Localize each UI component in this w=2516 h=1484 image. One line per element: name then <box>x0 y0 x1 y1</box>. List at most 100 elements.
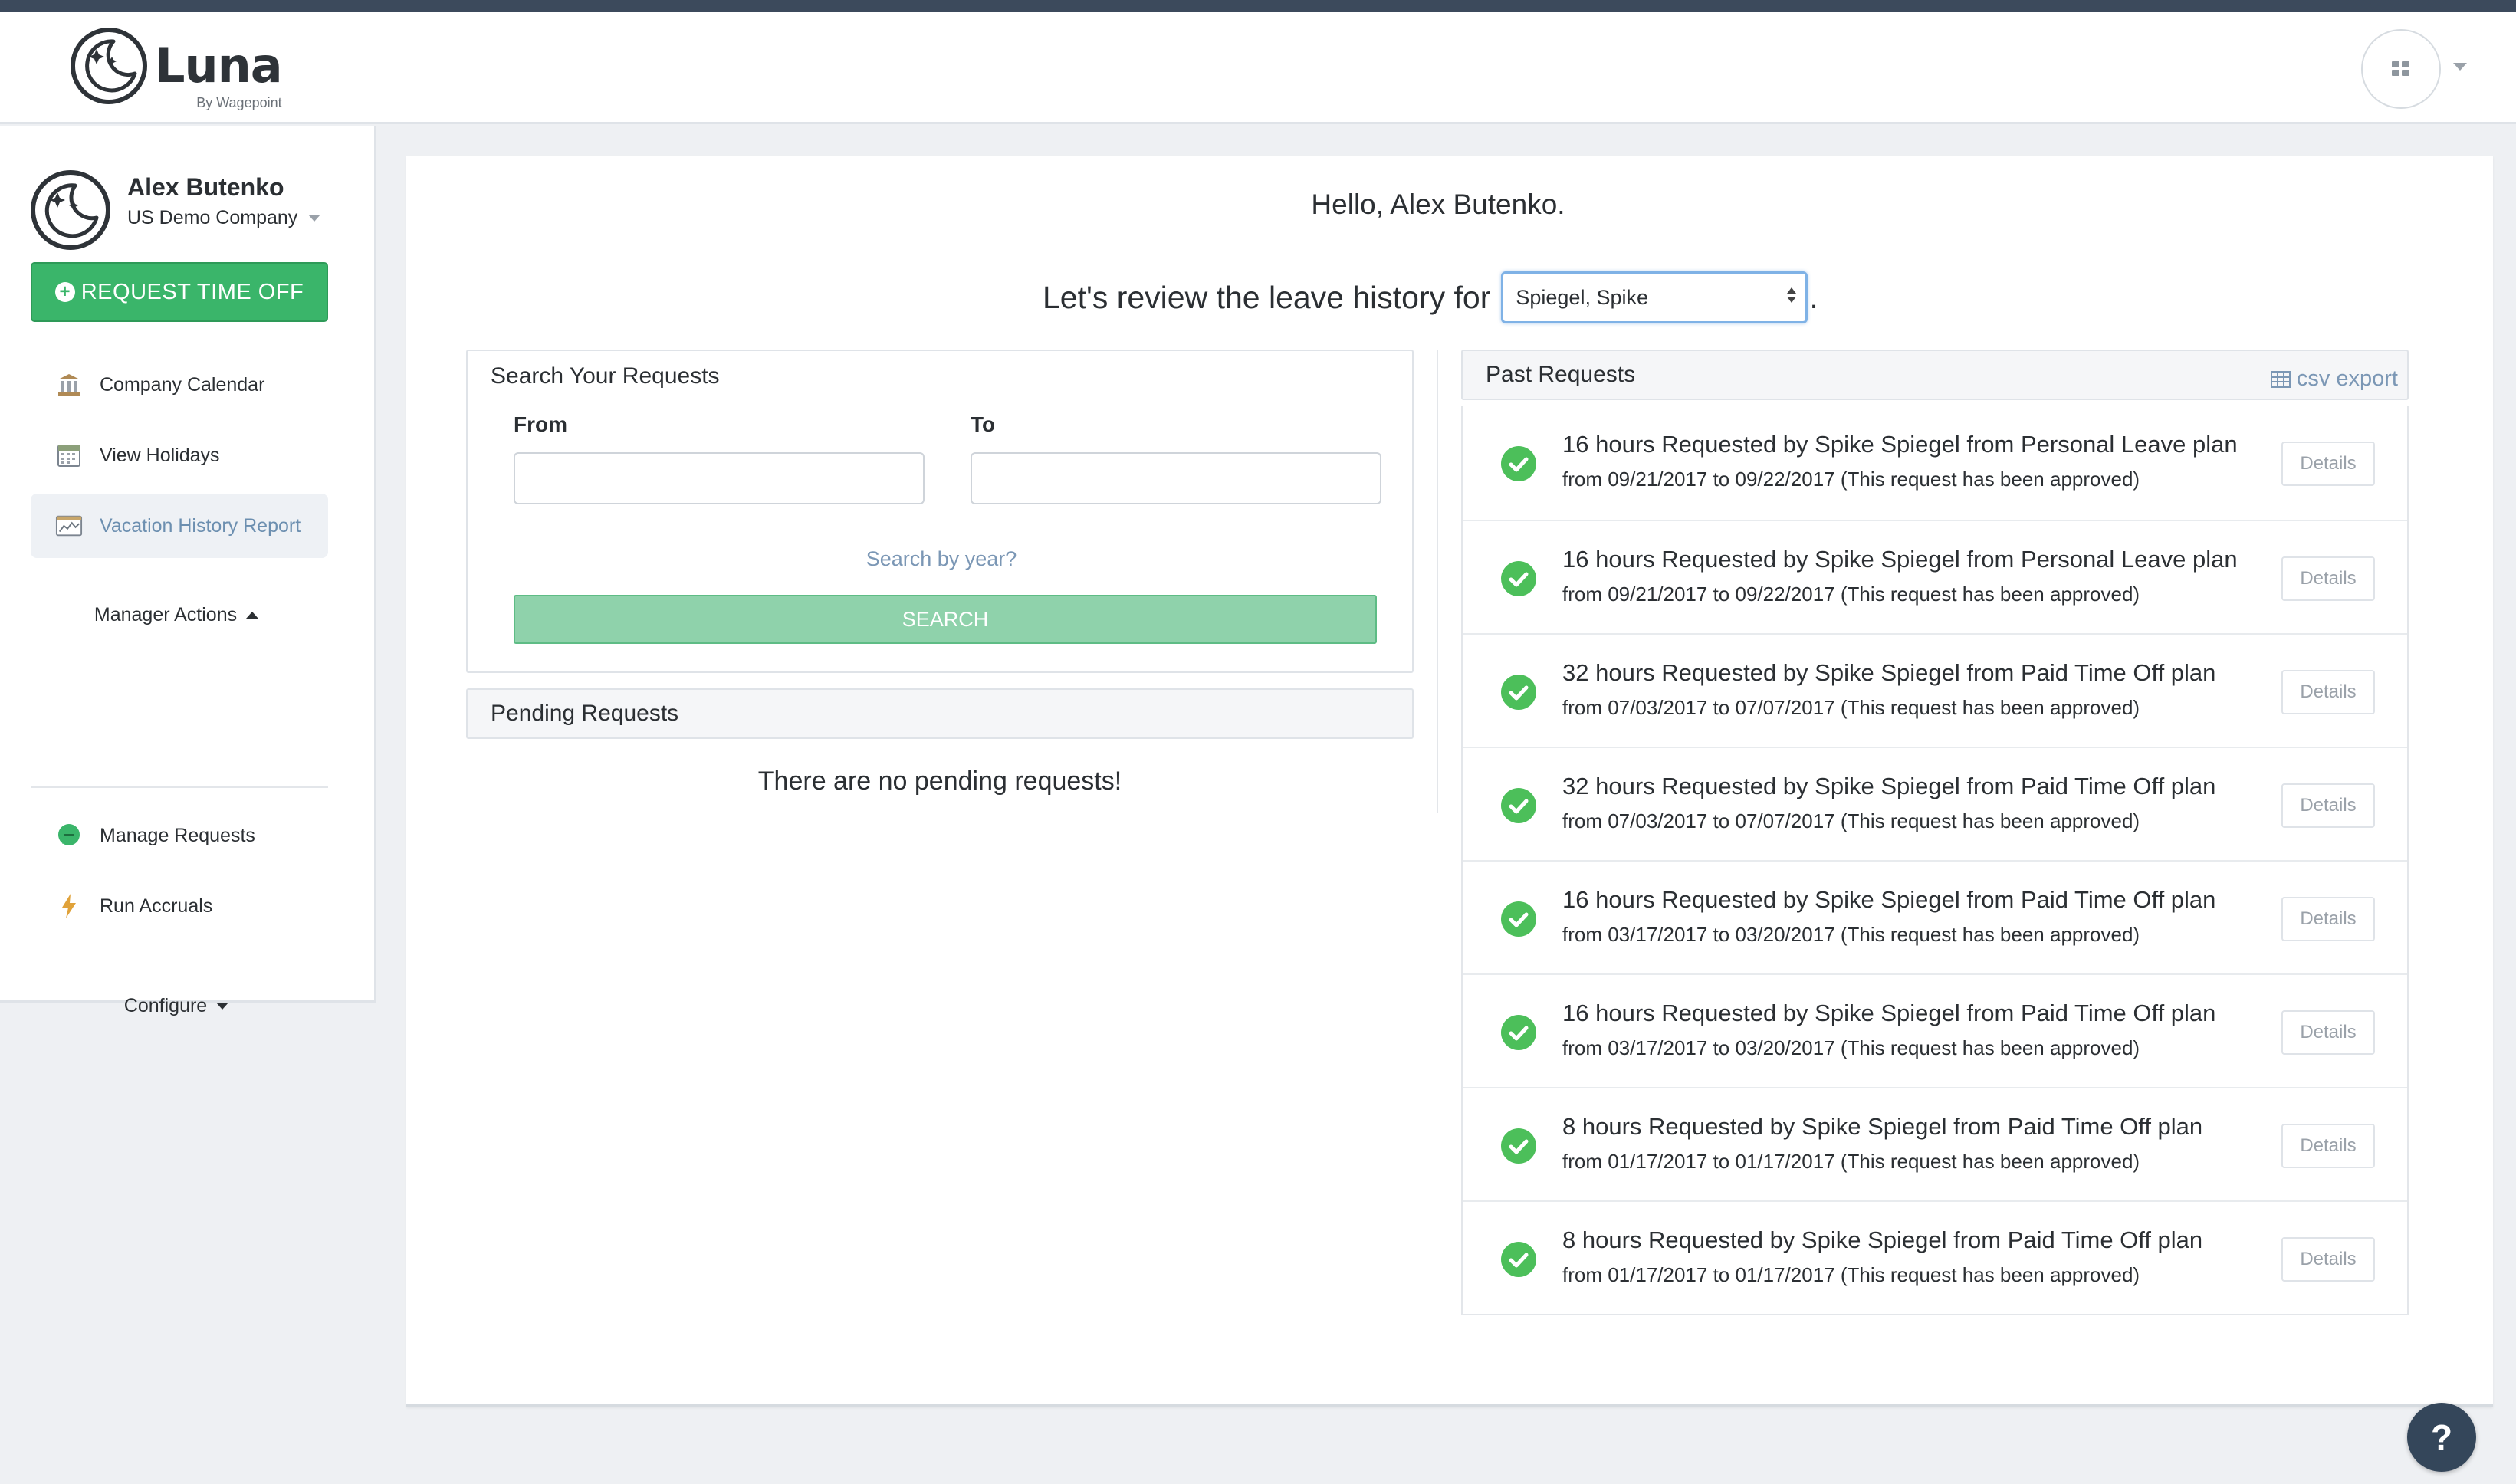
check-circle-icon <box>1501 446 1536 481</box>
from-label: From <box>514 412 567 436</box>
review-prefix: Let's review the leave history for <box>1043 279 1491 315</box>
request-title: 16 hours Requested by Spike Spiegel from… <box>1562 546 2238 573</box>
calendar-icon <box>55 442 83 469</box>
luna-logo[interactable]: Luna By Wagepoint <box>69 26 283 111</box>
list-item: 32 hours Requested by Spike Spiegel from… <box>1463 747 2407 860</box>
details-button[interactable]: Details <box>2281 1237 2375 1282</box>
grid-icon <box>2392 61 2409 76</box>
company-selector[interactable]: US Demo Company <box>127 207 321 229</box>
sidebar-item-run-accruals[interactable]: Run Accruals <box>31 874 328 938</box>
sidebar-divider <box>31 786 328 788</box>
sidebar-item-manage-requests[interactable]: Manage Requests <box>31 803 328 868</box>
bolt-icon <box>55 892 83 920</box>
past-requests-title: Past Requests <box>1486 362 1636 387</box>
chevron-down-icon <box>216 1003 229 1010</box>
sidebar-item-view-holidays[interactable]: View Holidays <box>31 423 328 488</box>
table-icon <box>2270 370 2291 388</box>
help-button[interactable]: ? <box>2407 1403 2476 1472</box>
request-time-off-label: REQUEST TIME OFF <box>80 279 304 304</box>
configure-label: Configure <box>123 995 208 1016</box>
list-item: 16 hours Requested by Spike Spiegel from… <box>1463 406 2407 520</box>
column-divider <box>1437 350 1438 813</box>
app-header: Luna By Wagepoint <box>0 12 2516 124</box>
details-button[interactable]: Details <box>2281 1010 2375 1055</box>
check-circle-icon <box>1501 1015 1536 1050</box>
details-button[interactable]: Details <box>2281 442 2375 486</box>
search-by-year-link[interactable]: Search by year? <box>468 547 1415 571</box>
pending-requests-header: Pending Requests <box>466 688 1414 739</box>
request-title: 32 hours Requested by Spike Spiegel from… <box>1562 659 2216 686</box>
configure-toggle[interactable]: Configure <box>0 995 353 1017</box>
csv-export-link[interactable]: csv export <box>2270 366 2398 392</box>
sidebar: Alex Butenko US Demo Company + REQUEST T… <box>0 126 376 1016</box>
logo-name: Luna <box>155 38 283 94</box>
check-circle-icon <box>1501 1128 1536 1164</box>
sidebar-item-vacation-history-report[interactable]: Vacation History Report <box>31 494 328 558</box>
past-requests-list: 16 hours Requested by Spike Spiegel from… <box>1461 406 2409 1315</box>
details-button[interactable]: Details <box>2281 556 2375 601</box>
chat-icon <box>55 822 83 849</box>
chevron-down-icon[interactable] <box>2453 63 2467 71</box>
main-content: Hello, Alex Butenko. Let's review the le… <box>406 156 2493 1407</box>
manager-actions-toggle[interactable]: Manager Actions <box>0 604 353 626</box>
details-button[interactable]: Details <box>2281 783 2375 828</box>
search-requests-panel: Search Your Requests From To Search by y… <box>466 350 1414 673</box>
request-title: 32 hours Requested by Spike Spiegel from… <box>1562 773 2216 799</box>
pending-empty-message: There are no pending requests! <box>757 767 1122 796</box>
sidebar-item-label: Run Accruals <box>100 895 213 917</box>
list-item: 16 hours Requested by Spike Spiegel from… <box>1463 973 2407 1087</box>
check-circle-icon <box>1501 675 1536 710</box>
request-dates: from 03/17/2017 to 03/20/2017 (This requ… <box>1562 1036 2140 1059</box>
list-item: 8 hours Requested by Spike Spiegel from … <box>1463 1200 2407 1314</box>
app-switcher-button[interactable] <box>2361 29 2441 109</box>
check-circle-icon <box>1501 901 1536 937</box>
sidebar-item-label: Vacation History Report <box>100 514 301 537</box>
sidebar-item-label: Company Calendar <box>100 373 265 396</box>
logo-subtitle: By Wagepoint <box>196 95 282 110</box>
plus-circle-icon: + <box>54 282 75 302</box>
request-dates: from 03/17/2017 to 03/20/2017 (This requ… <box>1562 923 2140 946</box>
request-title: 16 hours Requested by Spike Spiegel from… <box>1562 431 2238 458</box>
details-button[interactable]: Details <box>2281 670 2375 714</box>
select-arrows-icon <box>1787 287 1797 303</box>
list-item: 32 hours Requested by Spike Spiegel from… <box>1463 633 2407 747</box>
sidebar-item-label: Manage Requests <box>100 824 255 846</box>
from-date-input[interactable] <box>514 452 925 504</box>
user-name: Alex Butenko <box>127 173 284 201</box>
sidebar-item-label: View Holidays <box>100 444 220 466</box>
list-item: 8 hours Requested by Spike Spiegel from … <box>1463 1087 2407 1200</box>
check-circle-icon <box>1501 1242 1536 1277</box>
to-date-input[interactable] <box>971 452 1381 504</box>
employee-select[interactable]: Spiegel, Spike <box>1501 271 1808 323</box>
csv-export-label: csv export <box>2296 366 2398 391</box>
review-heading: Let's review the leave history for Spieg… <box>1043 271 1818 323</box>
request-dates: from 07/03/2017 to 07/07/2017 (This requ… <box>1562 809 2140 832</box>
request-dates: from 01/17/2017 to 01/17/2017 (This requ… <box>1562 1150 2140 1173</box>
sidebar-item-company-calendar[interactable]: Company Calendar <box>31 353 328 417</box>
chart-icon <box>55 512 83 540</box>
review-suffix: . <box>1809 279 1818 315</box>
request-dates: from 09/21/2017 to 09/22/2017 (This requ… <box>1562 468 2140 491</box>
search-button[interactable]: SEARCH <box>514 595 1377 644</box>
company-name: US Demo Company <box>127 207 298 228</box>
request-title: 16 hours Requested by Spike Spiegel from… <box>1562 1000 2216 1026</box>
request-dates: from 01/17/2017 to 01/17/2017 (This requ… <box>1562 1263 2140 1286</box>
details-button[interactable]: Details <box>2281 1124 2375 1168</box>
employee-select-value: Spiegel, Spike <box>1516 285 1648 309</box>
request-dates: from 07/03/2017 to 07/07/2017 (This requ… <box>1562 696 2140 719</box>
check-circle-icon <box>1501 561 1536 596</box>
request-dates: from 09/21/2017 to 09/22/2017 (This requ… <box>1562 583 2140 606</box>
details-button[interactable]: Details <box>2281 897 2375 941</box>
chevron-down-icon <box>308 215 321 222</box>
list-item: 16 hours Requested by Spike Spiegel from… <box>1463 520 2407 633</box>
moon-logo-icon <box>71 28 147 104</box>
greeting: Hello, Alex Butenko. <box>1311 189 1565 220</box>
request-time-off-button[interactable]: + REQUEST TIME OFF <box>31 262 328 322</box>
request-title: 8 hours Requested by Spike Spiegel from … <box>1562 1226 2203 1253</box>
logo-text: Luna By Wagepoint <box>155 38 283 111</box>
search-panel-title: Search Your Requests <box>491 363 720 389</box>
bank-icon <box>55 371 83 399</box>
avatar[interactable] <box>29 169 112 251</box>
request-title: 8 hours Requested by Spike Spiegel from … <box>1562 1113 2203 1140</box>
check-circle-icon <box>1501 788 1536 823</box>
